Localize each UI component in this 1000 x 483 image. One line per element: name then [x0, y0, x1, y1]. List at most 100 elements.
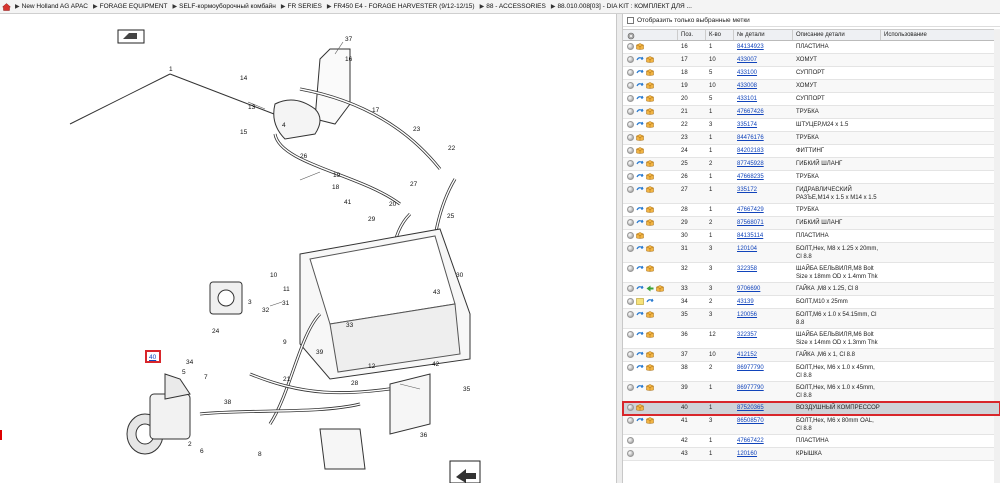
cell-part-number[interactable]: 433101	[734, 93, 793, 105]
header-part-number[interactable]: № детали	[734, 30, 793, 40]
breadcrumb-item[interactable]: ▶ FR SERIES	[281, 3, 322, 10]
cell-part-number[interactable]: 433008	[734, 80, 793, 92]
callout-34[interactable]: 34	[186, 359, 193, 366]
part-number-link[interactable]: 86977790	[737, 365, 764, 371]
callout-14[interactable]: 14	[240, 75, 247, 82]
table-row[interactable]: 23 1 84476176 ТРУБКА	[623, 132, 1000, 145]
replace-arrow-icon[interactable]	[636, 160, 644, 167]
replace-arrow-icon[interactable]	[636, 384, 644, 391]
breadcrumb-item[interactable]: ▶ New Holland AG APAC	[15, 3, 88, 10]
cell-part-number[interactable]: 87745928	[734, 158, 793, 170]
callout-26[interactable]: 26	[300, 153, 307, 160]
info-icon[interactable]	[627, 364, 634, 371]
cart-box-icon[interactable]	[646, 108, 654, 115]
cell-part-number[interactable]: 47668235	[734, 171, 793, 183]
info-icon[interactable]	[627, 121, 634, 128]
replace-arrow-icon[interactable]	[646, 298, 654, 305]
info-icon[interactable]	[627, 331, 634, 338]
cell-part-number[interactable]: 322357	[734, 329, 793, 348]
breadcrumb-item[interactable]: ▶ 88 - ACCESSORIES	[480, 3, 546, 10]
table-row[interactable]: 33 3 9706690 ГАЙКА ,М8 x 1.25, Cl 8	[623, 283, 1000, 296]
part-number-link[interactable]: 47667429	[737, 207, 764, 213]
info-icon[interactable]	[627, 95, 634, 102]
info-icon[interactable]	[627, 206, 634, 213]
header-description[interactable]: Описание детали	[793, 30, 881, 40]
callout-41[interactable]: 41	[344, 199, 351, 206]
replace-arrow-icon[interactable]	[636, 364, 644, 371]
part-number-link[interactable]: 433007	[737, 57, 757, 63]
cart-box-icon[interactable]	[646, 173, 654, 180]
table-row[interactable]: 25 2 87745928 ГИБКИЙ ШЛАНГ	[623, 158, 1000, 171]
cart-box-icon[interactable]	[646, 364, 654, 371]
callout-15[interactable]: 15	[240, 129, 247, 136]
info-icon[interactable]	[627, 43, 634, 50]
replace-arrow-icon[interactable]	[636, 108, 644, 115]
replace-arrow-icon[interactable]	[636, 56, 644, 63]
callout-28[interactable]: 28	[351, 380, 358, 387]
table-row[interactable]: 21 1 47667426 ТРУБКА	[623, 106, 1000, 119]
replace-arrow-icon[interactable]	[636, 219, 644, 226]
part-number-link[interactable]: 86977790	[737, 385, 764, 391]
table-row[interactable]: 20 5 433101 СУППОРТ	[623, 93, 1000, 106]
cell-part-number[interactable]: 120056	[734, 309, 793, 328]
table-row[interactable]: 29 2 87568071 ГИБКИЙ ШЛАНГ	[623, 217, 1000, 230]
part-number-link[interactable]: 335172	[737, 187, 757, 193]
cell-part-number[interactable]: 120160	[734, 448, 793, 460]
cell-part-number[interactable]: 412152	[734, 349, 793, 361]
callout-32[interactable]: 32	[262, 307, 269, 314]
replace-arrow-icon[interactable]	[636, 351, 644, 358]
info-icon[interactable]	[627, 351, 634, 358]
callout-17[interactable]: 17	[372, 107, 379, 114]
callout-33[interactable]: 33	[346, 322, 353, 329]
part-number-link[interactable]: 9706690	[737, 286, 760, 292]
callout-6[interactable]: 6	[200, 448, 204, 455]
part-number-link[interactable]: 47667426	[737, 109, 764, 115]
header-usage[interactable]: Использование	[881, 30, 1000, 40]
callout-24[interactable]: 24	[212, 328, 219, 335]
info-icon[interactable]	[627, 147, 634, 154]
callout-5[interactable]: 5	[182, 369, 186, 376]
cell-part-number[interactable]: 84135114	[734, 230, 793, 242]
part-number-link[interactable]: 322357	[737, 332, 757, 338]
cell-part-number[interactable]: 47667426	[734, 106, 793, 118]
callout-16[interactable]: 16	[345, 56, 352, 63]
info-icon[interactable]	[627, 108, 634, 115]
cart-box-icon[interactable]	[646, 82, 654, 89]
table-row[interactable]: 31 3 120104 БОЛТ,Hex, М8 x 1.25 x 20mm, Cl …	[623, 243, 1000, 263]
part-number-link[interactable]: 322358	[737, 266, 757, 272]
cart-box-icon[interactable]	[646, 384, 654, 391]
cell-part-number[interactable]: 47667429	[734, 204, 793, 216]
callout-43[interactable]: 43	[433, 289, 440, 296]
table-row[interactable]: 24 1 84202183 ФИТТИНГ	[623, 145, 1000, 158]
info-icon[interactable]	[627, 298, 634, 305]
cart-box-icon[interactable]	[646, 95, 654, 102]
callout-12[interactable]: 12	[368, 363, 375, 370]
table-row[interactable]: 16 1 84134923 ПЛАСТИНА	[623, 41, 1000, 54]
part-number-link[interactable]: 87568071	[737, 220, 764, 226]
callout-3[interactable]: 3	[248, 299, 252, 306]
table-row[interactable]: 28 1 47667429 ТРУБКА	[623, 204, 1000, 217]
cart-box-icon[interactable]	[646, 186, 654, 193]
cart-box-icon[interactable]	[646, 331, 654, 338]
cell-part-number[interactable]: 335172	[734, 184, 793, 203]
callout-31[interactable]: 31	[282, 300, 289, 307]
callout-8[interactable]: 8	[258, 451, 262, 458]
cart-box-icon[interactable]	[646, 417, 654, 424]
replace-arrow-icon[interactable]	[636, 69, 644, 76]
gear-icon[interactable]	[627, 32, 635, 42]
callout-22[interactable]: 22	[448, 145, 455, 152]
cart-box-icon[interactable]	[646, 219, 654, 226]
info-icon[interactable]	[627, 160, 634, 167]
callout-25[interactable]: 25	[447, 213, 454, 220]
callout-10[interactable]: 10	[270, 272, 277, 279]
table-row[interactable]: 32 3 322358 ШАЙБА БЕЛЬВИЛЯ,M8 Bolt Size x 1…	[623, 263, 1000, 283]
callout-37[interactable]: 37	[345, 36, 352, 43]
cell-part-number[interactable]: 87568071	[734, 217, 793, 229]
part-number-link[interactable]: 87520365	[737, 405, 764, 411]
cart-box-icon[interactable]	[636, 134, 644, 141]
table-row[interactable]: 41 3 86508570 БОЛТ,Hex, М6 x 80mm OAL, Cl 8…	[623, 415, 1000, 435]
table-row[interactable]: 39 1 86977790 БОЛТ,Hex, М6 x 1.0 x 45mm, Cl…	[623, 382, 1000, 402]
info-icon[interactable]	[627, 384, 634, 391]
part-number-link[interactable]: 433100	[737, 70, 757, 76]
info-icon[interactable]	[627, 219, 634, 226]
